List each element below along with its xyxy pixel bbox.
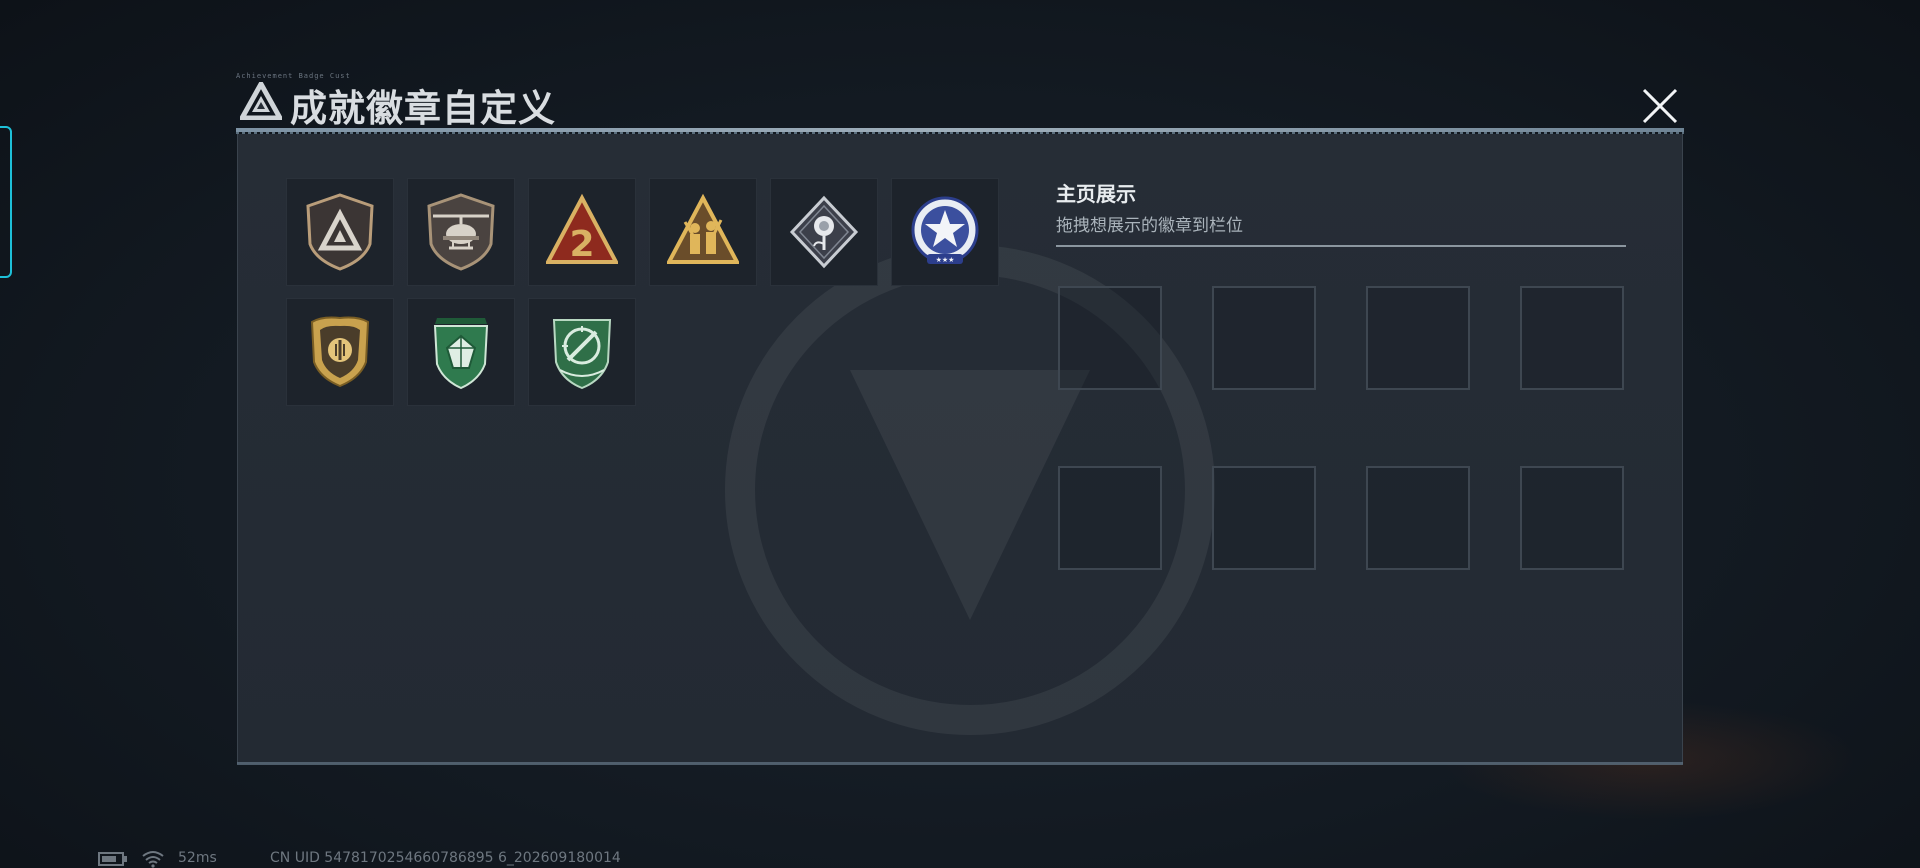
badge-rose-diamond[interactable] <box>770 178 878 286</box>
showcase-slot-7[interactable] <box>1366 466 1470 570</box>
svg-text:★★★: ★★★ <box>936 256 955 264</box>
badge-green-knife[interactable] <box>528 298 636 406</box>
showcase-slot-6[interactable] <box>1212 466 1316 570</box>
badge-triangle-shield[interactable] <box>286 178 394 286</box>
helicopter-icon <box>427 193 495 271</box>
rose-icon <box>789 195 859 269</box>
badge-helicopter[interactable] <box>407 178 515 286</box>
showcase-title: 主页展示 <box>1056 182 1136 206</box>
showcase-slot-3[interactable] <box>1366 286 1470 390</box>
panel-header: Achievement Badge Cust 成就徽章自定义 <box>234 72 1688 130</box>
showcase-subtitle: 拖拽想展示的徽章到栏位 <box>1056 216 1243 236</box>
close-icon[interactable] <box>1640 86 1680 126</box>
showcase-slot-8[interactable] <box>1520 466 1624 570</box>
star-seal-icon: ★★★ <box>911 196 979 264</box>
showcase-slot-4[interactable] <box>1520 286 1624 390</box>
badge-green-gem[interactable] <box>407 298 515 406</box>
page-title: 成就徽章自定义 <box>290 87 556 130</box>
gem-shield-icon <box>433 318 489 390</box>
ping-text: 52ms <box>178 850 217 866</box>
knife-crosshair-icon <box>552 319 612 390</box>
number-2-triangle-icon: 2 <box>546 193 618 265</box>
uid-text: CN UID 5478170254660786895 6_20260918001… <box>270 850 621 866</box>
title-triangle-icon <box>240 82 282 120</box>
svg-text:2: 2 <box>569 224 594 265</box>
showcase-divider <box>1056 245 1626 247</box>
badge-grid: 2 ★★★ <box>286 178 1006 406</box>
battery-icon <box>98 852 127 866</box>
showcase-slot-5[interactable] <box>1058 466 1162 570</box>
shield-emblem-icon <box>310 316 370 388</box>
panel-bottom-line <box>237 762 1683 765</box>
side-edge-tab[interactable] <box>0 126 12 278</box>
badge-soldiers-triangle[interactable] <box>649 178 757 286</box>
badge-blue-star[interactable]: ★★★ <box>891 178 999 286</box>
triangle-shield-icon <box>306 193 374 271</box>
soldiers-icon <box>667 193 739 264</box>
badge-red-number-2[interactable]: 2 <box>528 178 636 286</box>
wifi-icon <box>142 851 164 868</box>
showcase-slot-1[interactable] <box>1058 286 1162 390</box>
showcase-slot-2[interactable] <box>1212 286 1316 390</box>
badge-gold-shield[interactable] <box>286 298 394 406</box>
